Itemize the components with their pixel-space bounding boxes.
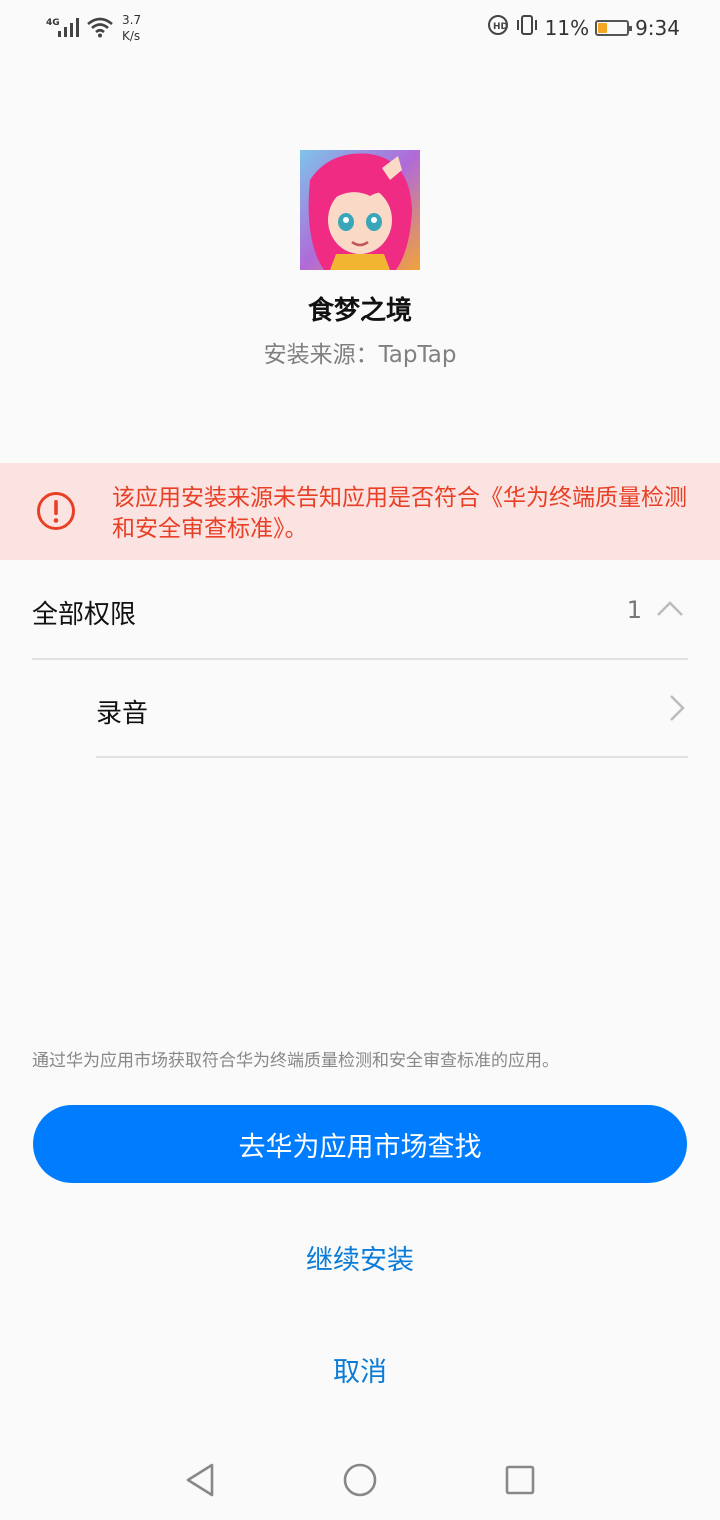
- battery-percent: 11%: [544, 15, 590, 40]
- clock: 9:34: [635, 15, 680, 40]
- signal-icon: [56, 16, 82, 42]
- hd-call-icon: HD: [487, 14, 509, 41]
- app-header: 食梦之境 安装来源：TapTap: [0, 150, 720, 369]
- status-right: HD 11% 9:34: [487, 14, 680, 41]
- all-permissions-toggle[interactable]: 全部权限 1: [32, 562, 688, 658]
- battery-fill: [598, 22, 608, 33]
- back-icon[interactable]: [184, 1462, 216, 1502]
- vibrate-icon: [515, 14, 539, 41]
- chevron-up-icon: [656, 600, 684, 622]
- battery-icon: [595, 19, 633, 36]
- status-bar: 4G 3.7 K/s HD 11% 9:34: [0, 0, 720, 56]
- permission-item-label: 录音: [96, 699, 149, 729]
- chevron-right-icon: [668, 694, 686, 726]
- warning-banner: 该应用安装来源未告知应用是否符合《华为终端质量检测和安全审查标准》。: [0, 463, 720, 560]
- warning-text: 该应用安装来源未告知应用是否符合《华为终端质量检测和安全审查标准》。: [112, 485, 687, 542]
- permission-item-record-audio[interactable]: 录音: [96, 660, 688, 756]
- recents-icon[interactable]: [504, 1464, 536, 1500]
- go-to-appgallery-button[interactable]: 去华为应用市场查找: [33, 1105, 687, 1183]
- continue-install-button[interactable]: 继续安装: [0, 1238, 720, 1277]
- svg-text:HD: HD: [493, 22, 508, 32]
- app-name: 食梦之境: [307, 296, 412, 326]
- permissions-count: 1: [626, 596, 642, 624]
- cancel-button[interactable]: 取消: [0, 1350, 720, 1389]
- divider: [96, 756, 688, 758]
- app-icon: [300, 150, 420, 270]
- all-permissions-title: 全部权限: [32, 600, 137, 630]
- network-speed-value: 3.7: [122, 13, 142, 27]
- install-source: 安装来源：TapTap: [263, 342, 457, 368]
- navigation-bar: [0, 1440, 720, 1520]
- alert-icon: [36, 491, 76, 535]
- network-speed-unit: K/s: [122, 29, 141, 43]
- market-hint-text: 通过华为应用市场获取符合华为终端质量检测和安全审查标准的应用。: [32, 1051, 559, 1071]
- home-icon[interactable]: [342, 1462, 378, 1502]
- wifi-icon: [86, 16, 114, 42]
- network-speed: 3.7 K/s: [122, 12, 162, 44]
